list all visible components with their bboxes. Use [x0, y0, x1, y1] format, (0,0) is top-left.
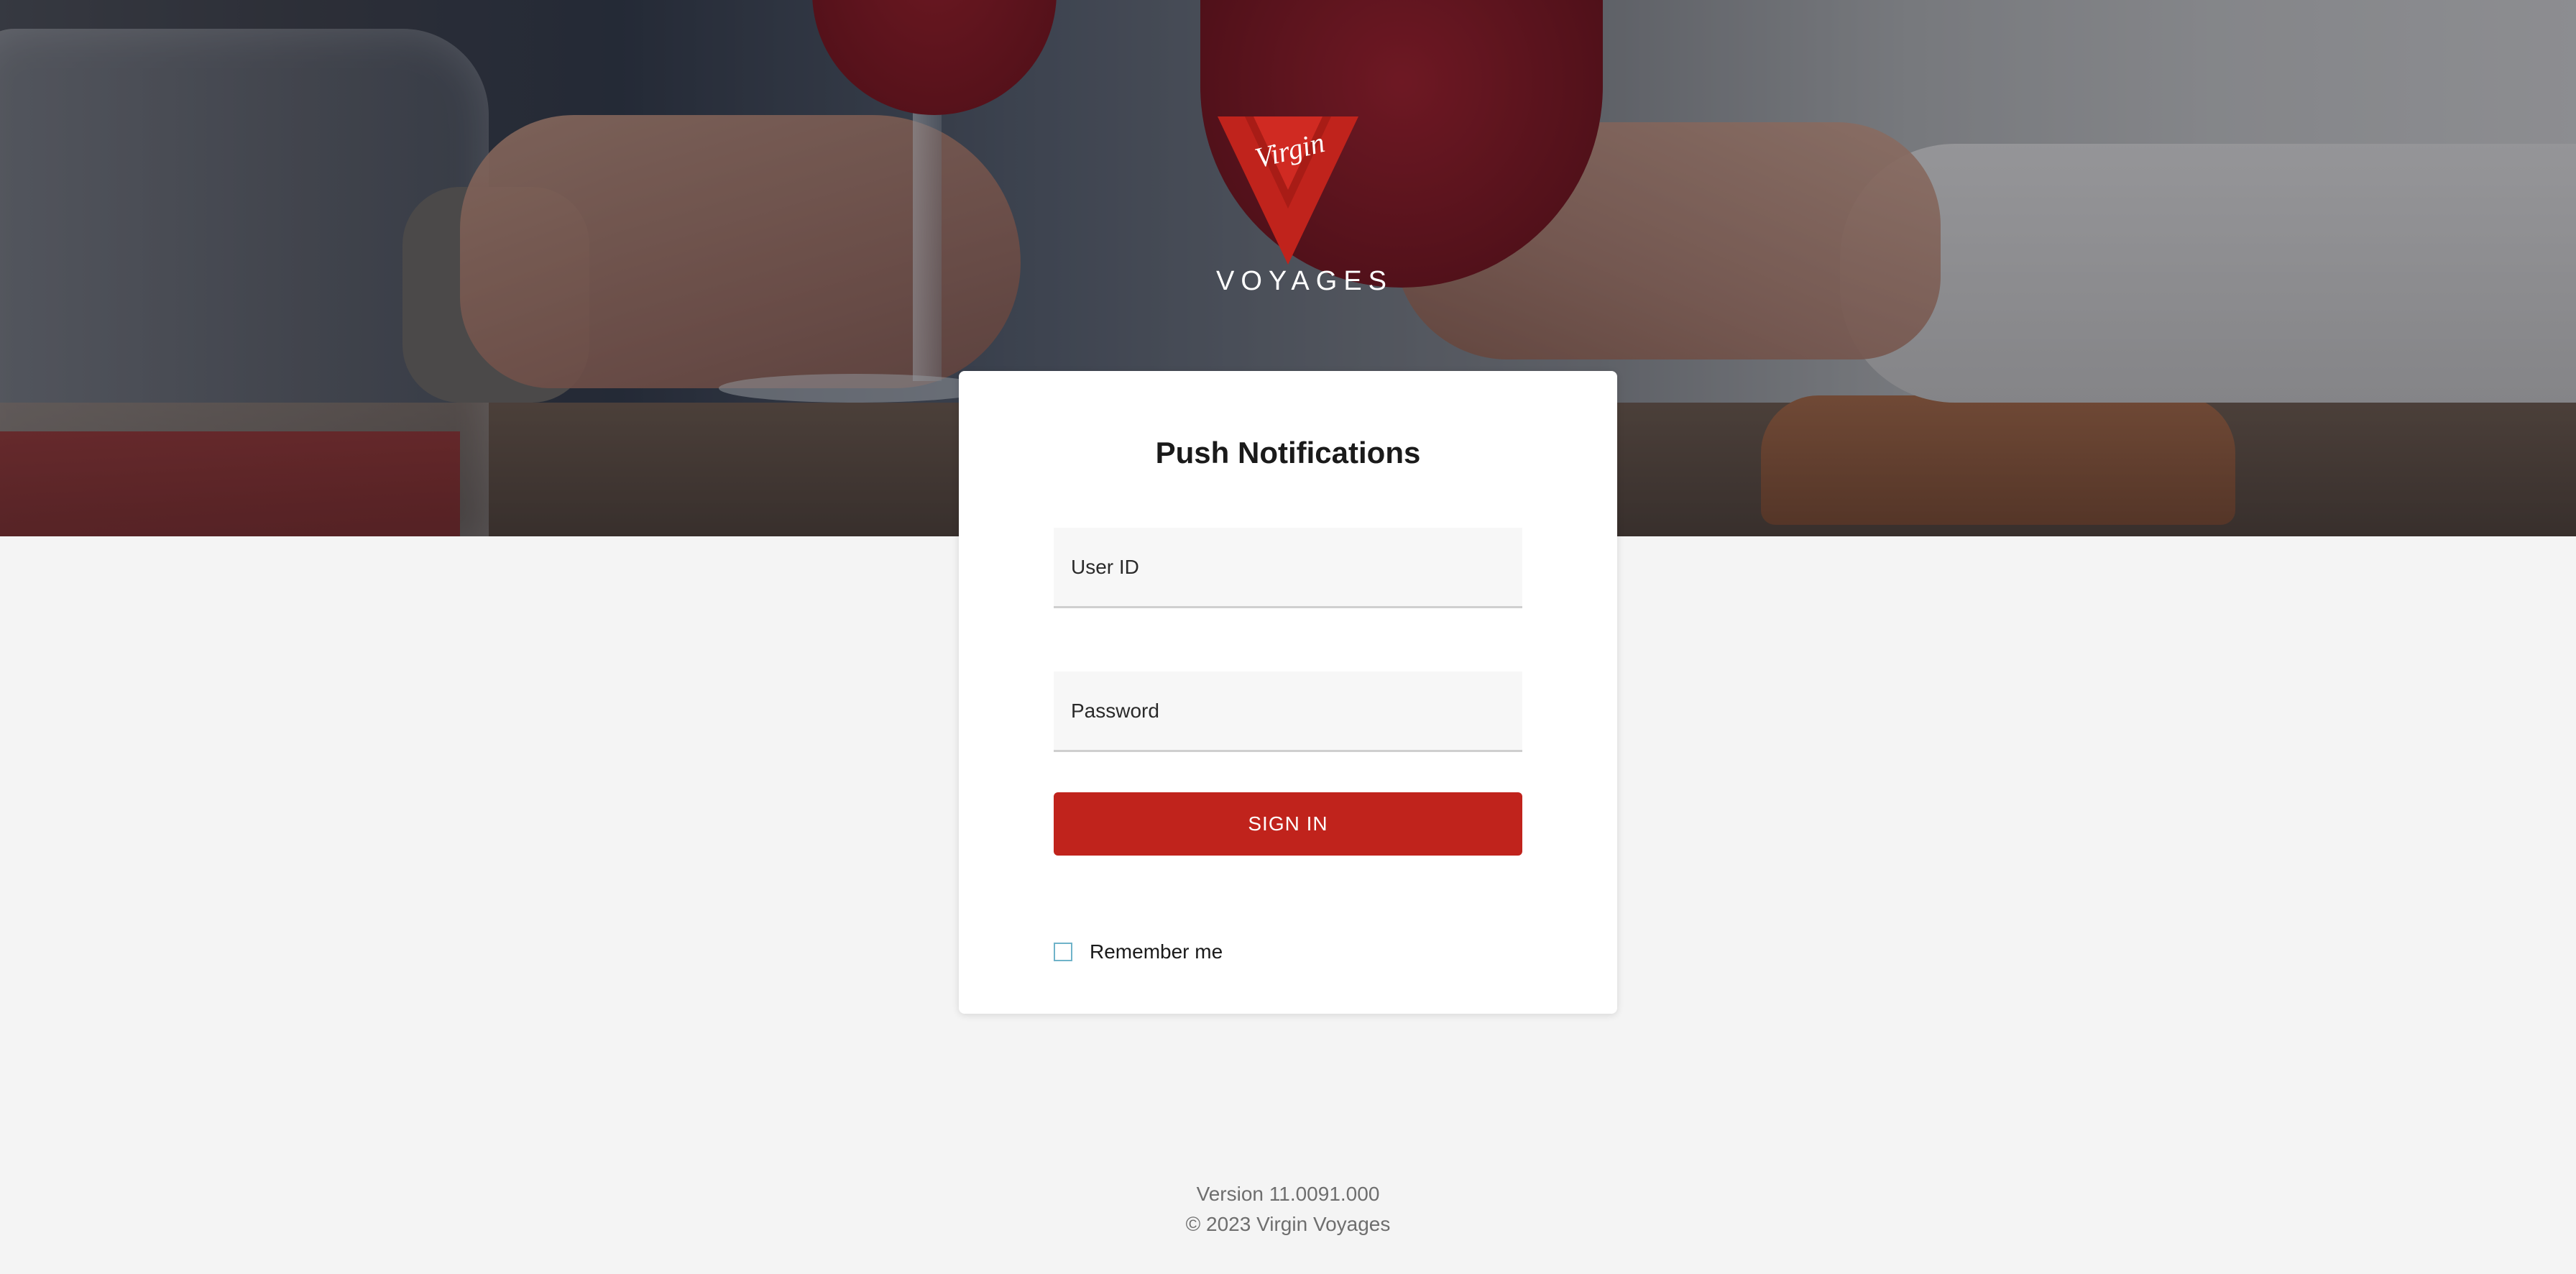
checkbox-unchecked-icon[interactable]	[1054, 943, 1072, 961]
logo-v-mark-icon: Virgin	[1218, 116, 1358, 265]
remember-me-label: Remember me	[1090, 940, 1223, 963]
user-id-input[interactable]	[1054, 528, 1522, 608]
password-input[interactable]	[1054, 672, 1522, 752]
copyright-text: © 2023 Virgin Voyages	[1185, 1213, 1391, 1235]
version-text: Version 11.0091.000	[1196, 1183, 1380, 1205]
login-card: Push Notifications SIGN IN Remember me	[959, 371, 1617, 1014]
footer: Version 11.0091.000 © 2023 Virgin Voyage…	[0, 1179, 2576, 1239]
login-page: Virgin VOYAGES Push Notifications SIGN I…	[0, 0, 2576, 1274]
sign-in-button[interactable]: SIGN IN	[1054, 792, 1522, 856]
virgin-voyages-logo: Virgin VOYAGES	[1216, 115, 1394, 302]
logo-wordmark: VOYAGES	[1216, 266, 1394, 296]
page-title: Push Notifications	[1155, 436, 1421, 469]
remember-me-checkbox[interactable]: Remember me	[1054, 938, 1223, 966]
